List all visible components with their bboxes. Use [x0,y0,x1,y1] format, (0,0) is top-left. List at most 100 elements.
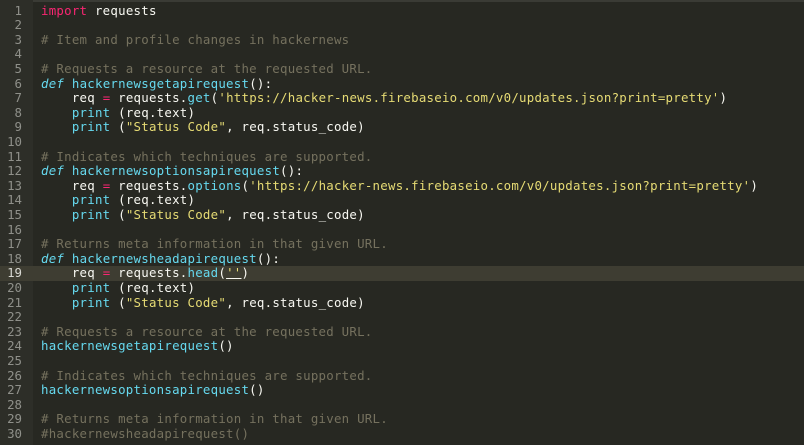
code-line[interactable]: 1 import requests [0,2,804,19]
code-text[interactable]: import requests [41,2,157,19]
code-line[interactable]: 10 [0,133,804,150]
line-number: 1 [14,2,22,18]
code-line[interactable]: 22 [0,309,804,325]
code-text[interactable]: def hackernewsgetapirequest(): [41,75,272,92]
code-token: ) [241,265,250,281]
line-number: 16 [7,221,22,237]
code-line[interactable]: 9 print ("Status Code", req.status_code) [0,119,804,135]
code-line[interactable]: 29 # Returns meta information in that giv… [0,411,804,427]
line-number: 29 [7,411,22,427]
line-number: 10 [7,133,22,149]
code-token: # Returns meta information in that given… [41,411,388,427]
code-line[interactable]: 12 def hackernewsoptionsapirequest(): [0,163,804,179]
code-line[interactable]: 19 req = requests.head('') [0,265,804,281]
code-token: requests [87,2,157,18]
code-token: print [71,192,111,208]
code-text[interactable]: print ("Status Code", req.status_code) [41,119,365,135]
code-token: print [71,294,111,310]
code-line[interactable]: 16 [0,221,804,238]
code-text[interactable]: # Returns meta information in that given… [41,236,388,252]
code-text[interactable]: def hackernewsoptionsapirequest(): [41,163,304,179]
code-line[interactable]: 15 print ("Status Code", req.status_code… [0,206,804,223]
code-token: #hackernewsheadapirequest() [41,425,250,441]
code-token: req [41,90,103,106]
code-text[interactable]: # Returns meta information in that given… [41,411,388,427]
code-line[interactable]: 23 # Requests a resource at the requested… [0,324,804,340]
code-token: # Requests a resource at the requested U… [41,60,373,76]
code-text[interactable]: # Indicates which techniques are support… [41,148,373,165]
code-token: 'https://hacker-news.firebaseio.com/v0/u… [218,90,720,106]
code-line[interactable]: 25 [0,353,804,369]
code-line[interactable]: 17 # Returns meta information in that giv… [0,236,804,252]
code-text[interactable]: # Item and profile changes in hackernews [41,32,349,48]
code-line[interactable]: 6 def hackernewsgetapirequest(): [0,75,804,92]
code-line[interactable]: 18 def hackernewsheadapirequest(): [0,250,804,267]
code-text[interactable]: #hackernewsheadapirequest() [41,425,250,442]
code-token: , req.status_code) [226,294,365,310]
code-text[interactable]: req = requests.options('https://hacker-n… [41,177,759,194]
code-text[interactable]: print (req.text) [41,105,195,121]
code-token: hackernewsgetapirequest [71,75,250,91]
line-number: 18 [7,250,22,266]
code-text[interactable]: req = requests.head('') [41,265,250,281]
code-token: # Indicates which techniques are support… [41,148,373,164]
code-text[interactable]: print (req.text) [41,280,195,296]
code-text[interactable]: # Requests a resource at the requested U… [41,324,373,340]
code-line[interactable]: 28 [0,397,804,413]
code-line[interactable]: 27 hackernewsoptionsapirequest() [0,382,804,398]
code-token: "Status Code" [125,294,227,310]
code-line[interactable]: 13 req = requests.options('https://hacke… [0,177,804,194]
code-text[interactable]: # Requests a resource at the requested U… [41,60,373,77]
code-line[interactable]: 2 [0,17,804,33]
code-line[interactable]: 14 print (req.text) [0,192,804,208]
code-text[interactable]: req = requests.get('https://hacker-news.… [41,90,728,106]
code-line[interactable]: 3 # Item and profile changes in hackernew… [0,31,804,48]
code-line[interactable]: 4 [0,47,804,62]
code-line[interactable]: 8 print (req.text) [0,105,804,121]
code-token: print [71,119,111,135]
code-token: requests. [110,90,188,106]
line-number: 4 [14,46,22,62]
code-line[interactable]: 5 # Requests a resource at the requested … [0,60,804,77]
line-number: 20 [7,279,22,295]
code-line[interactable]: 26 # Indicates which techniques are suppo… [0,368,804,384]
code-line[interactable]: 11 # Indicates which techniques are suppo… [0,148,804,165]
code-text[interactable]: print ("Status Code", req.status_code) [41,206,365,223]
code-token: ) [719,90,728,106]
line-number: 13 [7,177,22,193]
code-text[interactable]: print ("Status Code", req.status_code) [41,294,365,311]
code-token: (): [280,163,304,179]
line-number: 5 [14,60,22,76]
code-token: def [41,75,65,91]
code-text[interactable]: hackernewsoptionsapirequest() [41,382,265,398]
code-line[interactable]: 20 print (req.text) [0,279,804,296]
code-text[interactable]: hackernewsgetapirequest() [41,338,234,354]
line-number: 2 [14,17,22,33]
code-text[interactable]: print (req.text) [41,192,195,208]
code-token: # Returns meta information in that given… [41,236,388,252]
code-token: ( [110,206,126,222]
code-token: requests. [110,265,188,281]
code-line[interactable]: 7 req = requests.get('https://hacker-new… [0,90,804,106]
code-line[interactable]: 24 hackernewsgetapirequest() [0,338,804,354]
code-editor[interactable]: 1 import requests 2 3 # Item and profile cha… [0,0,804,445]
code-text[interactable]: def hackernewsheadapirequest(): [41,251,280,267]
code-line[interactable]: 30 #hackernewsheadapirequest() [0,425,804,442]
code-token: ( [110,294,126,310]
line-number: 6 [14,75,22,91]
code-token: '' [226,265,242,281]
line-number: 22 [7,309,22,325]
code-text[interactable]: # Indicates which techniques are support… [41,368,373,384]
line-number: 27 [7,382,22,398]
line-number: 7 [14,90,22,106]
line-number: 3 [14,31,22,47]
code-line[interactable]: 21 print ("Status Code", req.status_code… [0,294,804,311]
code-token: ) [750,177,759,193]
